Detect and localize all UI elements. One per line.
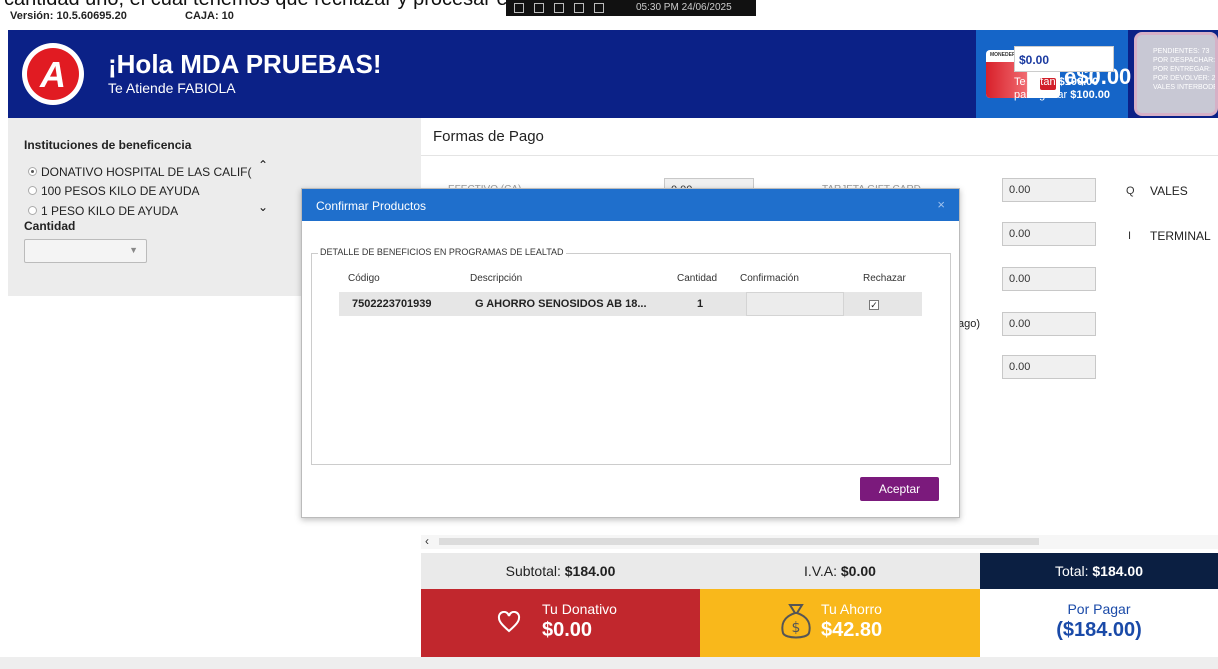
total-cell: Total: $184.00 — [980, 553, 1218, 589]
greeting: ¡Hola MDA PRUEBAS! — [108, 49, 382, 79]
terminal-key: I — [1128, 230, 1132, 242]
aceptar-button[interactable]: Aceptar — [860, 477, 939, 501]
confirmacion-input[interactable] — [746, 292, 844, 316]
option-label: 100 PESOS KILO DE AYUDA — [41, 184, 200, 198]
faltan-label: Te faltan — [1014, 76, 1056, 88]
caja-label: CAJA: 10 — [185, 10, 234, 22]
option-100-pesos[interactable]: 100 PESOS KILO DE AYUDA — [28, 184, 200, 198]
cashier-label: Te Atiende FABIOLA — [108, 80, 236, 96]
dialog-header: Confirmar Productos × — [302, 189, 959, 221]
heart-icon — [497, 611, 521, 633]
monedero-input[interactable]: $0.00 — [1014, 46, 1114, 72]
row-descripcion: G AHORRO SENOSIDOS AB 18... — [475, 298, 647, 310]
chevron-down-icon: ▼ — [129, 245, 138, 255]
app-header: A ¡Hola MDA PRUEBAS! Te Atiende FABIOLA … — [8, 30, 1218, 118]
iva-label: I.V.A: — [804, 563, 837, 579]
fieldset-legend: DETALLE DE BENEFICIOS EN PROGRAMAS DE LE… — [318, 247, 566, 257]
terminal-button[interactable]: TERMINAL — [1150, 229, 1211, 243]
donativo-panel: Tu Donativo $0.00 — [421, 589, 700, 657]
col-descripcion: Descripción — [470, 273, 523, 284]
subtotal-value: $184.00 — [564, 563, 616, 579]
col-cantidad: Cantidad — [677, 273, 718, 284]
ahorro-value: $42.80 — [821, 619, 883, 641]
radio-icon[interactable] — [28, 206, 37, 215]
ahorro-panel: $ Tu Ahorro $42.80 — [700, 589, 980, 657]
vales-key: Q — [1126, 185, 1135, 197]
col-confirmacion: Confirmación — [740, 273, 799, 284]
cantidad-select[interactable]: ▼ — [24, 239, 147, 263]
subtotal-label: Subtotal: — [505, 563, 561, 579]
lealtad-fieldset: DETALLE DE BENEFICIOS EN PROGRAMAS DE LE… — [311, 247, 951, 465]
top-strip: cantidad uno, el cual tenemos que rechaz… — [0, 0, 1218, 30]
payment-input[interactable]: 0.00 — [1002, 267, 1096, 291]
vales-button[interactable]: VALES — [1150, 184, 1188, 198]
payment-input[interactable]: 0.00 — [1002, 178, 1096, 202]
donativo-label: Tu Donativo — [542, 601, 617, 617]
subtotal-cell: Subtotal: $184.00 — [421, 553, 700, 589]
chevron-left-icon[interactable]: ‹ — [425, 534, 429, 548]
row-cantidad: 1 — [697, 298, 704, 310]
pendientes-line: VALES INTERBODE — [1153, 84, 1218, 91]
svg-text:$: $ — [792, 620, 801, 636]
pendientes-panel[interactable]: PENDIENTES: 73 POR DESPACHAR: POR ENTREG… — [1134, 32, 1218, 116]
pendientes-line: POR DEVOLVER: 2 — [1153, 75, 1216, 82]
taskbar: 05:30 PM 24/06/2025 — [506, 0, 756, 16]
monedero-panel: MONEDERO DEL AHORRO Saldo en Monedero e$… — [976, 30, 1131, 118]
payment-input[interactable]: 0.00 — [1002, 312, 1096, 336]
rechazar-checkbox[interactable]: ✓ — [869, 300, 879, 310]
option-donativo-hospital[interactable]: DONATIVO HOSPITAL DE LAS CALIF( — [28, 165, 252, 179]
iva-cell: I.V.A: $0.00 — [700, 553, 980, 589]
cantidad-label: Cantidad — [24, 219, 76, 233]
confirmar-productos-dialog: Confirmar Productos × DETALLE DE BENEFIC… — [301, 188, 960, 518]
option-label: DONATIVO HOSPITAL DE LAS CALIF( — [41, 165, 252, 179]
pendientes-line: PENDIENTES: 73 — [1153, 48, 1210, 55]
beneficencia-title: Instituciones de beneficencia — [24, 138, 192, 152]
taskbar-icon[interactable] — [554, 3, 564, 13]
divider — [421, 155, 1218, 156]
faltan-amount: $100.00 — [1058, 76, 1099, 88]
chevron-up-icon[interactable]: ⌃ — [258, 158, 268, 172]
radio-icon[interactable] — [28, 167, 37, 176]
taskbar-icon[interactable] — [574, 3, 584, 13]
version-label: Versión: 10.5.60695.20 — [10, 10, 127, 22]
ahorro-label: Tu Ahorro — [821, 601, 882, 617]
col-rechazar: Rechazar — [863, 273, 906, 284]
faltan-text: Te faltan $100.00 para ganar $100.00 — [1014, 76, 1110, 102]
payment-input[interactable]: 0.00 — [1002, 355, 1096, 379]
taskbar-icon[interactable] — [534, 3, 544, 13]
option-label: 1 PESO KILO DE AYUDA — [41, 204, 179, 218]
taskbar-icon[interactable] — [514, 3, 524, 13]
taskbar-time: 05:30 PM 24/06/2025 — [636, 2, 732, 13]
total-label: Total: — [1055, 563, 1089, 579]
pendientes-line: POR DESPACHAR: — [1153, 57, 1216, 64]
por-pagar-value: ($184.00) — [1056, 619, 1142, 641]
option-1-peso[interactable]: 1 PESO KILO DE AYUDA — [28, 204, 178, 218]
chevron-down-icon[interactable]: ⌄ — [258, 200, 268, 214]
donativo-value: $0.00 — [542, 619, 593, 641]
close-icon[interactable]: × — [937, 197, 945, 212]
taskbar-icon[interactable] — [594, 3, 604, 13]
formas-pago-title: Formas de Pago — [433, 128, 544, 145]
radio-icon[interactable] — [28, 186, 37, 195]
iva-value: $0.00 — [840, 563, 876, 579]
horizontal-scrollbar[interactable]: ‹ — [421, 534, 1218, 549]
ganar-amount: $100.00 — [1070, 89, 1111, 101]
row-codigo: 7502223701939 — [352, 298, 432, 310]
dialog-title: Confirmar Productos — [316, 199, 427, 213]
brand-logo: A — [22, 43, 84, 105]
money-bag-icon: $ — [781, 604, 811, 639]
payment-input[interactable]: 0.00 — [1002, 222, 1096, 246]
total-value: $184.00 — [1092, 563, 1143, 579]
pago-label: ago) — [958, 318, 981, 330]
bottom-strip — [0, 657, 1218, 669]
por-pagar-label: Por Pagar — [1067, 601, 1131, 617]
col-codigo: Código — [348, 273, 380, 284]
por-pagar-panel: Por Pagar ($184.00) — [980, 589, 1218, 657]
scroll-thumb[interactable] — [439, 538, 1039, 545]
ganar-label: para ganar — [1014, 89, 1068, 101]
pendientes-line: POR ENTREGAR: — [1153, 66, 1211, 73]
